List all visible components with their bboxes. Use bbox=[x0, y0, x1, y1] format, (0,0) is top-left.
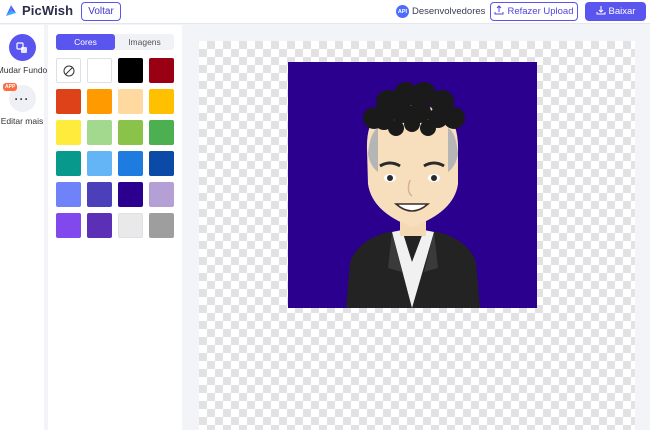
tab-images[interactable]: Imagens bbox=[115, 34, 174, 50]
color-swatch-grid bbox=[56, 58, 174, 238]
color-swatch[interactable] bbox=[149, 213, 174, 238]
download-icon bbox=[596, 5, 606, 18]
left-rail: Mudar Fundo APP ··· Editar mais bbox=[0, 25, 47, 430]
color-swatch[interactable] bbox=[118, 89, 143, 114]
picwish-logo-icon bbox=[6, 4, 16, 16]
color-swatch[interactable] bbox=[149, 151, 174, 176]
color-swatch[interactable] bbox=[87, 58, 112, 83]
color-swatch[interactable] bbox=[118, 120, 143, 145]
color-swatch[interactable] bbox=[56, 182, 81, 207]
rail-label-change-background: Mudar Fundo bbox=[0, 65, 48, 75]
brand-name: PicWish bbox=[22, 3, 74, 18]
color-swatch[interactable] bbox=[87, 89, 112, 114]
color-swatch[interactable] bbox=[87, 213, 112, 238]
transparent-canvas bbox=[199, 41, 635, 430]
color-swatch[interactable] bbox=[149, 89, 174, 114]
change-background-icon bbox=[8, 34, 36, 61]
color-swatch[interactable] bbox=[56, 213, 81, 238]
back-button[interactable]: Voltar bbox=[81, 2, 121, 21]
color-swatch[interactable] bbox=[56, 120, 81, 145]
api-icon: API bbox=[396, 5, 409, 18]
color-swatch[interactable] bbox=[118, 182, 143, 207]
background-panel: Cores Imagens bbox=[48, 25, 182, 430]
developers-link[interactable]: API Desenvolvedores bbox=[396, 5, 485, 18]
color-swatch[interactable] bbox=[87, 120, 112, 145]
download-button[interactable]: Baixar bbox=[585, 2, 646, 21]
color-swatch[interactable] bbox=[149, 120, 174, 145]
color-swatch[interactable] bbox=[149, 182, 174, 207]
developers-label: Desenvolvedores bbox=[412, 6, 486, 17]
no-color-swatch[interactable] bbox=[56, 58, 81, 83]
reupload-button[interactable]: Refazer Upload bbox=[490, 2, 578, 21]
reupload-label: Refazer Upload bbox=[507, 6, 574, 17]
workspace bbox=[185, 25, 650, 430]
download-label: Baixar bbox=[608, 6, 636, 17]
color-swatch[interactable] bbox=[56, 151, 81, 176]
rail-label-edit-more: Editar mais bbox=[0, 116, 44, 126]
rail-item-change-background[interactable]: Mudar Fundo bbox=[0, 34, 47, 75]
avatar-image[interactable] bbox=[288, 62, 537, 308]
app-badge: APP bbox=[3, 83, 18, 91]
color-swatch[interactable] bbox=[56, 89, 81, 114]
color-swatch[interactable] bbox=[87, 182, 112, 207]
brand-logo[interactable]: PicWish bbox=[4, 3, 73, 18]
reupload-icon bbox=[494, 5, 504, 18]
color-swatch[interactable] bbox=[118, 58, 143, 83]
color-swatch[interactable] bbox=[118, 213, 143, 238]
color-swatch[interactable] bbox=[87, 151, 112, 176]
color-swatch[interactable] bbox=[118, 151, 143, 176]
top-bar: PicWish Voltar API Desenvolvedores Refaz… bbox=[0, 0, 650, 24]
tab-colors[interactable]: Cores bbox=[56, 34, 115, 50]
avatar-illustration bbox=[288, 62, 537, 308]
panel-tabs: Cores Imagens bbox=[56, 34, 174, 50]
rail-item-edit-more[interactable]: APP ··· Editar mais bbox=[0, 83, 44, 126]
no-color-icon bbox=[63, 65, 74, 76]
color-swatch[interactable] bbox=[149, 58, 174, 83]
